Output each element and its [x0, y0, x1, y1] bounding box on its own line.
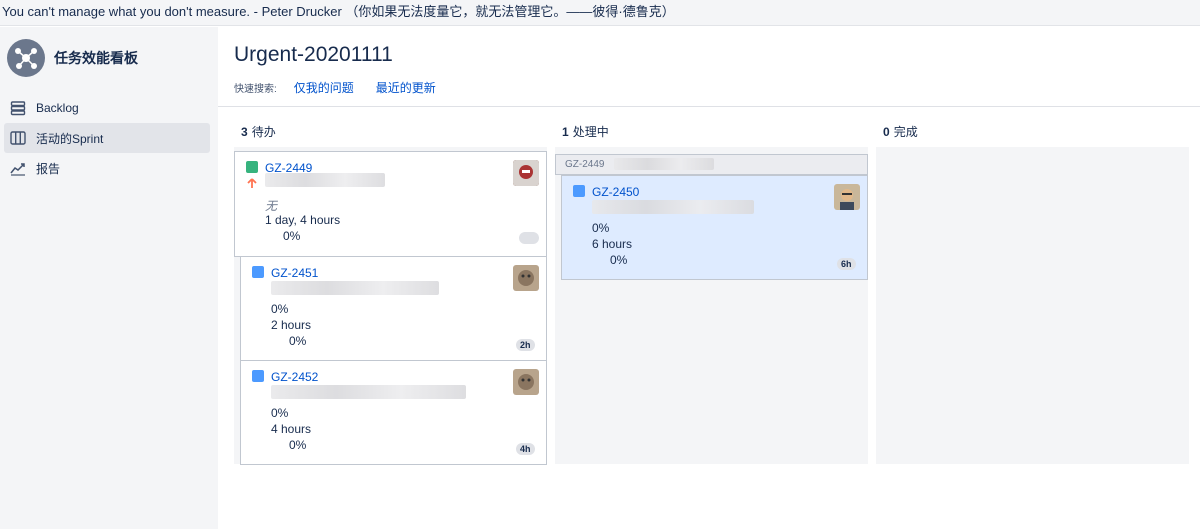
- swimlane-header[interactable]: GZ-2449: [555, 154, 868, 175]
- board-title: Urgent-20201111: [234, 43, 393, 66]
- estimate-field: 4 hours: [271, 422, 312, 436]
- percent-field: 0%: [592, 221, 610, 235]
- estimate-field: 6 hours: [592, 237, 633, 251]
- column-header-todo: 3 待办: [241, 125, 276, 139]
- sidebar-item-label: 报告: [36, 161, 61, 176]
- avatar: [513, 369, 539, 395]
- progress-field: 0%: [289, 438, 307, 452]
- board-main: Urgent-20201111 快速搜索: 仅我的问题 最近的更新 3 待办 1处…: [218, 27, 1200, 529]
- epic-field: 无: [265, 199, 278, 213]
- subtask-card-selected[interactable]: GZ-2450 0% 6 hours 0% 6h: [561, 175, 868, 280]
- blurred-summary: [271, 281, 439, 295]
- column-todo: GZ-2449 无 1 day, 4 hours 0% GZ-2451 0% 2…: [234, 147, 547, 465]
- estimate-field: 1 day, 4 hours: [265, 213, 341, 227]
- avatar: [513, 265, 539, 291]
- project-name: 任务效能看板: [54, 50, 138, 66]
- project-header[interactable]: 任务效能看板: [7, 39, 138, 77]
- column-header-done: 0 完成: [883, 125, 918, 139]
- sidebar-item-label: Backlog: [36, 101, 79, 115]
- progress-field: 0%: [289, 334, 307, 348]
- percent-field: 0%: [271, 406, 289, 420]
- quick-search-label: 快速搜索:: [234, 84, 277, 95]
- percent-field: 0%: [271, 302, 289, 316]
- quote-banner: You can't manage what you don't measure.…: [0, 0, 1200, 26]
- sidebar-item-backlog[interactable]: Backlog: [4, 93, 210, 123]
- blurred-summary: [614, 158, 714, 170]
- quick-filter-recent-updates[interactable]: 最近的更新: [376, 79, 436, 96]
- quick-filter-my-issues[interactable]: 仅我的问题: [294, 79, 354, 96]
- subtask-icon: [573, 185, 585, 197]
- priority-high-icon: [247, 178, 257, 188]
- sidebar-item-active-sprint[interactable]: 活动的Sprint: [4, 123, 210, 153]
- backlog-icon: [10, 100, 26, 116]
- story-icon: [246, 161, 258, 173]
- subtask-icon: [252, 266, 264, 278]
- sidebar-item-label: 活动的Sprint: [36, 131, 104, 146]
- column-done: [876, 147, 1189, 464]
- column-in-progress: GZ-2449 GZ-2450 0% 6 hours 0% 6h: [555, 147, 868, 464]
- sidebar: 任务效能看板 Backlog 活动的Sprint 报告: [0, 27, 218, 529]
- header-divider: [218, 106, 1200, 107]
- estimate-field: 2 hours: [271, 318, 312, 332]
- estimate-badge: [519, 232, 539, 244]
- issue-key[interactable]: GZ-2450: [592, 185, 639, 199]
- progress-field: 0%: [610, 253, 628, 267]
- parent-card[interactable]: GZ-2449 无 1 day, 4 hours 0%: [234, 151, 547, 257]
- board-icon: [10, 130, 26, 146]
- progress-field: 0%: [283, 229, 301, 243]
- column-header-in-progress: 1 处理中: [562, 125, 609, 139]
- blurred-summary: [271, 385, 466, 399]
- swimlane-key: GZ-2449: [565, 159, 605, 170]
- subtask-card[interactable]: GZ-2452 0% 4 hours 0% 4h: [240, 360, 547, 465]
- subtask-card[interactable]: GZ-2451 0% 2 hours 0% 2h: [240, 256, 547, 361]
- quick-search: 快速搜索: 仅我的问题 最近的更新: [234, 79, 458, 96]
- issue-key[interactable]: GZ-2451: [271, 266, 318, 280]
- blurred-summary: [265, 173, 385, 187]
- report-icon: [10, 160, 26, 176]
- project-logo-icon: [7, 39, 45, 77]
- issue-key[interactable]: GZ-2452: [271, 370, 318, 384]
- estimate-badge: 4h: [516, 443, 535, 455]
- sidebar-item-reports[interactable]: 报告: [4, 153, 210, 183]
- avatar: [834, 184, 860, 210]
- blurred-summary: [592, 200, 754, 214]
- estimate-badge: 2h: [516, 339, 535, 351]
- estimate-badge: 6h: [837, 258, 856, 270]
- subtask-icon: [252, 370, 264, 382]
- avatar: [513, 160, 539, 186]
